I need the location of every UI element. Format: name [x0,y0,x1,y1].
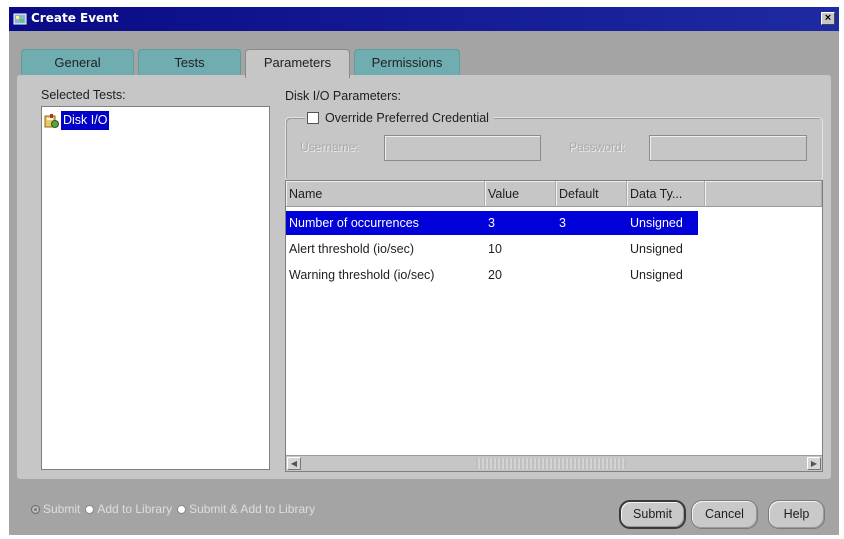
override-credential-checkbox[interactable] [307,112,319,124]
selected-tests-list[interactable]: Disk I/O [41,106,270,470]
tab-permissions[interactable]: Permissions [354,49,460,77]
table-row[interactable]: Alert threshold (io/sec) 10 Unsigned [286,237,698,261]
table-row[interactable]: Warning threshold (io/sec) 20 Unsigned [286,263,698,287]
window-title: Create Event [31,11,119,25]
title-bar[interactable]: Create Event × [9,7,839,31]
close-icon[interactable]: × [821,12,835,25]
submit-button[interactable]: Submit [619,500,686,529]
option-label: Add to Library [97,502,173,516]
test-icon [44,114,59,128]
password-label: Password: [569,140,626,154]
column-header-filler [705,181,822,207]
cell-type: Unsigned [630,242,683,256]
override-credential-option[interactable]: Override Preferred Credential [305,109,494,127]
horizontal-scrollbar[interactable]: ◀ ▶ [286,455,822,471]
create-event-dialog: Create Event × General Tests Parameters … [9,7,839,535]
column-header-name[interactable]: Name [286,181,485,207]
radio-icon[interactable] [85,504,95,514]
tab-general[interactable]: General [21,49,134,77]
column-header-data-type[interactable]: Data Ty... [627,181,705,207]
option-label: Submit [43,502,81,516]
cell-value[interactable]: 3 [485,211,495,235]
username-label: Username: [300,140,359,154]
cell-default: 3 [559,216,566,230]
scroll-left-icon[interactable]: ◀ [287,457,301,470]
table-row[interactable]: Number of occurrences 3 3 Unsigned [286,211,698,235]
cell-value[interactable]: 20 [485,263,502,287]
username-field[interactable] [384,135,541,161]
tree-item-label: Disk I/O [61,111,110,130]
parameters-table: Name Value Default Data Ty... Number of … [285,180,823,472]
option-label: Submit & Add to Library [189,502,316,516]
override-credential-label: Override Preferred Credential [325,111,489,125]
radio-icon[interactable] [177,504,187,514]
radio-icon[interactable] [31,504,40,514]
scroll-right-icon[interactable]: ▶ [807,457,821,470]
selected-tests-label: Selected Tests: [41,88,126,102]
cell-type: Unsigned [630,216,683,230]
scroll-thumb[interactable] [476,458,626,469]
cell-default [556,263,559,287]
cell-value[interactable]: 10 [485,237,502,261]
option-submit[interactable]: Submit [31,502,80,516]
help-button[interactable]: Help [768,500,825,529]
option-add-to-library[interactable]: Add to Library [85,502,172,516]
option-submit-and-add[interactable]: Submit & Add to Library [177,502,315,516]
table-header: Name Value Default Data Ty... [286,181,822,207]
cancel-button[interactable]: Cancel [691,500,758,529]
column-header-value[interactable]: Value [485,181,556,207]
app-icon [13,13,27,25]
password-field[interactable] [649,135,807,161]
cell-name: Warning threshold (io/sec) [289,268,435,282]
cell-name: Number of occurrences [289,216,419,230]
tab-parameters[interactable]: Parameters [245,49,350,78]
cell-default [556,237,559,261]
cell-name: Alert threshold (io/sec) [289,242,415,256]
column-header-default[interactable]: Default [556,181,627,207]
submit-options: Submit Add to Library Submit & Add to Li… [31,500,320,518]
tab-tests[interactable]: Tests [138,49,241,77]
cell-type: Unsigned [630,268,683,282]
parameters-label: Disk I/O Parameters: [285,89,401,103]
